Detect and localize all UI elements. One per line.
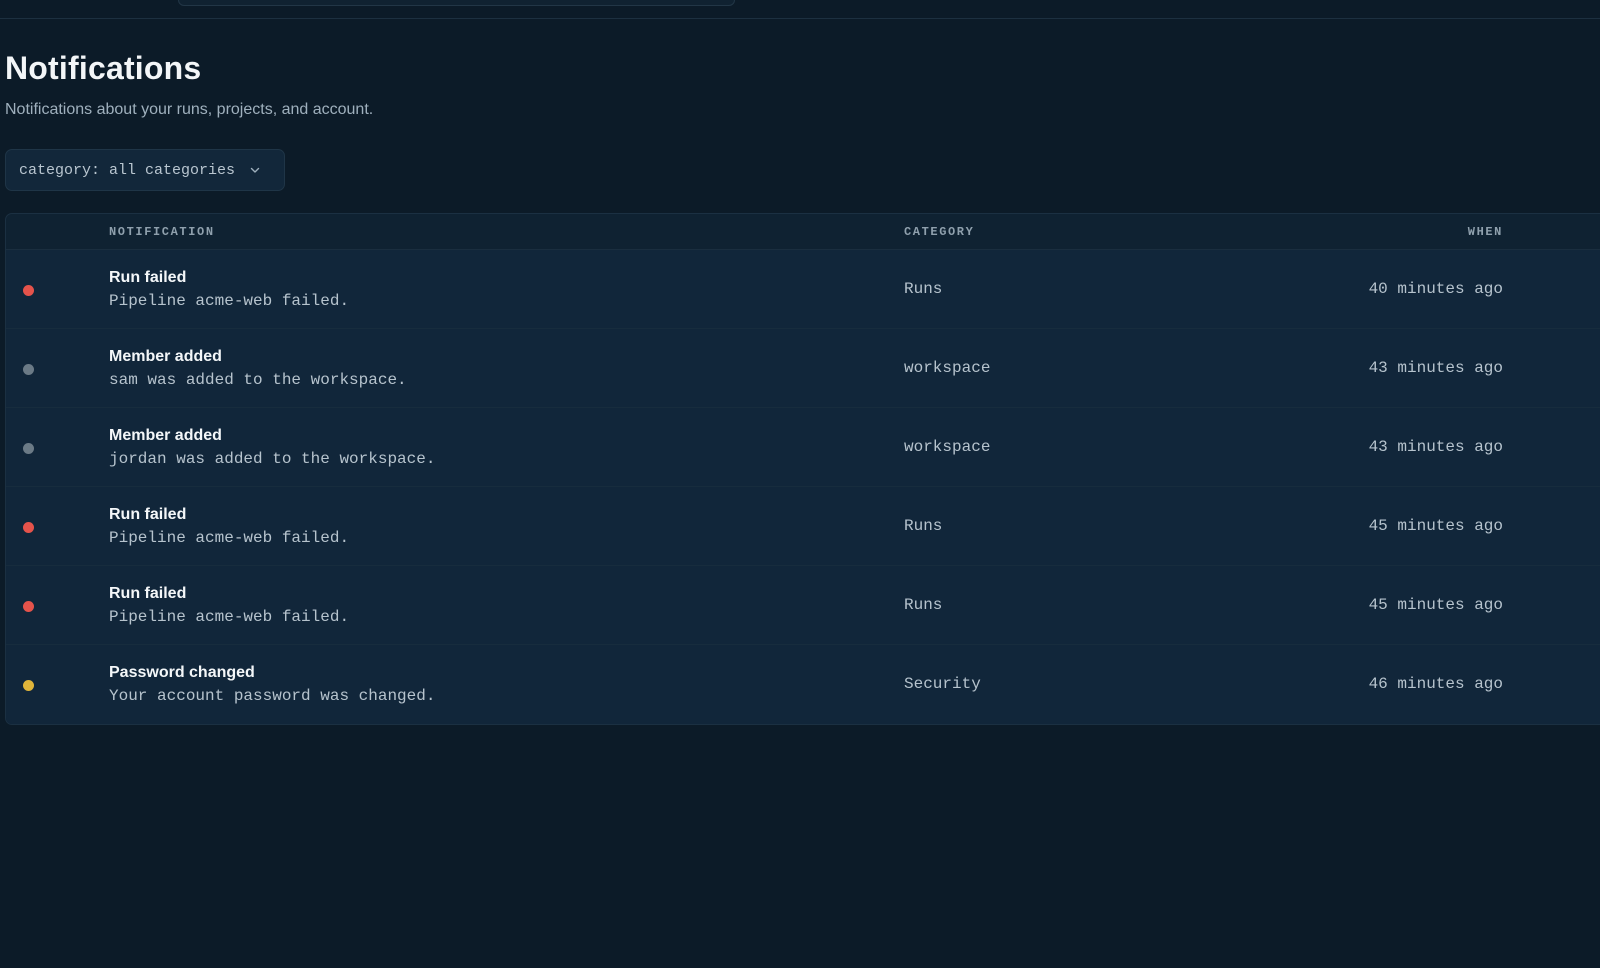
notifications-table: NOTIFICATION CATEGORY WHEN Run failed Pi… <box>5 213 1600 725</box>
column-header-notification[interactable]: NOTIFICATION <box>109 225 215 239</box>
table-row[interactable]: Password changed Your account password w… <box>6 645 1600 724</box>
notification-time: 46 minutes ago <box>1368 675 1503 693</box>
category-filter-label: category: all categories <box>19 161 236 179</box>
table-row[interactable]: Run failed Pipeline acme-web failed. Run… <box>6 250 1600 329</box>
category-filter-dropdown[interactable]: category: all categories <box>5 149 285 191</box>
notification-title: Run failed <box>109 585 187 602</box>
notification-body: Pipeline acme-web failed. <box>109 608 350 626</box>
status-dot-icon <box>23 443 34 454</box>
status-dot-icon <box>23 285 34 296</box>
notification-title: Member added <box>109 427 222 444</box>
chevron-down-icon <box>248 163 262 177</box>
notification-title: Member added <box>109 348 222 365</box>
notification-time: 45 minutes ago <box>1368 517 1503 535</box>
notification-title: Password changed <box>109 664 255 681</box>
table-row[interactable]: Run failed Pipeline acme-web failed. Run… <box>6 566 1600 645</box>
column-header-category[interactable]: CATEGORY <box>904 225 974 239</box>
notification-category: workspace <box>904 359 991 377</box>
notification-body: Pipeline acme-web failed. <box>109 529 350 547</box>
notification-category: Runs <box>904 280 943 298</box>
notification-time: 43 minutes ago <box>1368 438 1503 456</box>
status-dot-icon <box>23 601 34 612</box>
notification-category: Security <box>904 675 981 693</box>
notification-body: sam was added to the workspace. <box>109 371 407 389</box>
notification-title: Run failed <box>109 269 187 286</box>
notification-category: Runs <box>904 517 943 535</box>
top-bar <box>0 0 1600 19</box>
page-title: Notifications <box>5 50 202 86</box>
notification-body: Your account password was changed. <box>109 687 436 705</box>
status-dot-icon <box>23 680 34 691</box>
status-dot-icon <box>23 522 34 533</box>
search-bar[interactable] <box>178 0 735 6</box>
notification-title: Run failed <box>109 506 187 523</box>
table-row[interactable]: Run failed Pipeline acme-web failed. Run… <box>6 487 1600 566</box>
notification-time: 45 minutes ago <box>1368 596 1503 614</box>
page-subtitle: Notifications about your runs, projects,… <box>5 101 374 118</box>
notification-time: 43 minutes ago <box>1368 359 1503 377</box>
notification-time: 40 minutes ago <box>1368 280 1503 298</box>
column-header-when[interactable]: WHEN <box>1468 225 1503 239</box>
notification-body: jordan was added to the workspace. <box>109 450 436 468</box>
table-row[interactable]: Member added sam was added to the worksp… <box>6 329 1600 408</box>
status-dot-icon <box>23 364 34 375</box>
notification-category: workspace <box>904 438 991 456</box>
notification-body: Pipeline acme-web failed. <box>109 292 350 310</box>
table-row[interactable]: Member added jordan was added to the wor… <box>6 408 1600 487</box>
table-header: NOTIFICATION CATEGORY WHEN <box>6 214 1600 250</box>
notification-category: Runs <box>904 596 943 614</box>
